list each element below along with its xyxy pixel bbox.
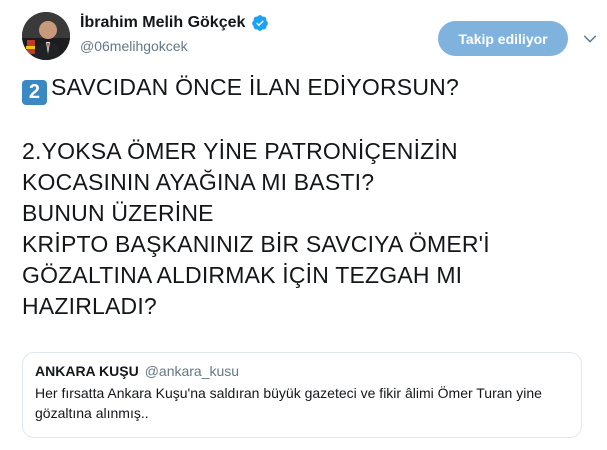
quoted-author-handle: @ankara_kusu bbox=[144, 363, 240, 379]
keycap-digit-icon: 2 bbox=[22, 80, 47, 105]
tweet-line: KOCASININ AYAĞINA MI BASTI? bbox=[22, 169, 375, 195]
avatar[interactable] bbox=[22, 12, 70, 60]
quoted-tweet[interactable]: ANKARA KUŞU @ankara_kusu Her fırsatta An… bbox=[22, 352, 582, 438]
tweet-line: 2.YOKSA ÖMER YİNE PATRONİÇENİZİN bbox=[22, 138, 458, 164]
tweet-line: BUNUN ÜZERİNE bbox=[22, 200, 214, 226]
author-name-line: İbrahim Melih Gökçek bbox=[80, 14, 269, 32]
tweet-card: İbrahim Melih Gökçek @06melihgokcek Taki… bbox=[0, 0, 607, 450]
author-display-name[interactable]: İbrahim Melih Gökçek bbox=[80, 14, 245, 32]
avatar-image bbox=[22, 12, 70, 60]
tweet-line: GÖZALTINA ALDIRMAK İÇİN TEZGAH MI bbox=[22, 262, 463, 288]
tweet-line: KRİPTO BAŞKANINIZ BİR SAVCIYA ÖMER'İ bbox=[22, 231, 490, 257]
tweet-line-text: SAVCIDAN ÖNCE İLAN EDİYORSUN? bbox=[51, 74, 459, 100]
chevron-down-icon[interactable] bbox=[581, 30, 599, 48]
tweet-header: İbrahim Melih Gökçek @06melihgokcek Taki… bbox=[22, 12, 597, 62]
tweet-line: 2 SAVCIDAN ÖNCE İLAN EDİYORSUN? bbox=[22, 72, 587, 105]
author-handle[interactable]: @06melihgokcek bbox=[80, 38, 188, 54]
quoted-author-name: ANKARA KUŞU bbox=[35, 363, 139, 379]
tweet-line: HAZIRLADI? bbox=[22, 293, 157, 319]
following-button[interactable]: Takip ediliyor bbox=[438, 21, 568, 56]
tweet-text: 2 SAVCIDAN ÖNCE İLAN EDİYORSUN? 2.YOKSA Ö… bbox=[22, 72, 587, 322]
quoted-tweet-text: Her fırsatta Ankara Kuşu'na saldıran büy… bbox=[35, 385, 542, 421]
verified-badge-icon bbox=[251, 14, 269, 32]
quoted-tweet-header: ANKARA KUŞU @ankara_kusu bbox=[35, 363, 569, 379]
